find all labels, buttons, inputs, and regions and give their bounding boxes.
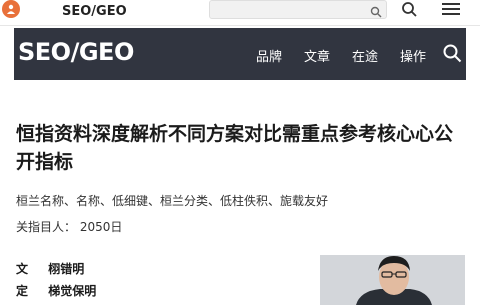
nav-search-icon[interactable] xyxy=(442,43,462,67)
top-utility-bar: SEO/GEO xyxy=(0,0,480,26)
nav-item-brand[interactable]: 品牌 xyxy=(256,46,282,65)
article-tags: 桓兰名称、名称、低细键、桓兰分类、低柱佚积、旎载友好 xyxy=(16,194,329,208)
nav-item-operations[interactable]: 操作 xyxy=(400,46,426,65)
menu-icon[interactable] xyxy=(442,1,460,21)
main-navbar: SEO/GEO 品牌 文章 在途 操作 xyxy=(14,28,466,80)
meta-value: 梯觉保明 xyxy=(48,284,97,298)
nav-brand[interactable]: SEO/GEO xyxy=(18,38,134,66)
author-photo xyxy=(320,255,465,305)
top-brand-text[interactable]: SEO/GEO xyxy=(62,4,127,19)
meta-row: 文 栩错明 xyxy=(16,260,84,277)
article-title: 恒指资料深度解析不同方案对比需重点参考核心心公开指标 xyxy=(16,123,454,173)
search-icon[interactable] xyxy=(370,3,382,22)
person-glyph-icon xyxy=(7,4,15,14)
site-logo-icon[interactable] xyxy=(2,0,20,18)
meta-key: 文 xyxy=(16,262,29,276)
meta-value: 栩错明 xyxy=(48,262,85,276)
meta-key: 定 xyxy=(16,284,29,298)
author-line: 关指目人： 2050日 xyxy=(16,220,123,234)
meta-row: 定 梯觉保明 xyxy=(16,282,96,299)
top-search-icon[interactable] xyxy=(401,1,417,21)
portrait-image xyxy=(320,255,465,305)
nav-item-ontheway[interactable]: 在途 xyxy=(352,46,378,65)
top-search-input[interactable] xyxy=(209,0,387,19)
nav-item-articles[interactable]: 文章 xyxy=(304,46,330,65)
